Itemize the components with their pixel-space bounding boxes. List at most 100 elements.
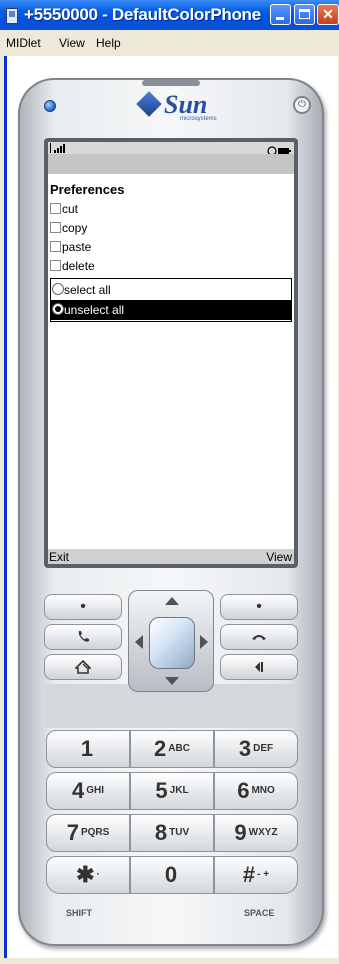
- checkbox-label: copy: [62, 221, 88, 235]
- end-call-button[interactable]: [220, 624, 298, 650]
- softkey-bar: Exit View: [48, 549, 294, 564]
- checkbox-cut[interactable]: cut: [50, 202, 78, 219]
- key-digit: 7: [66, 820, 79, 845]
- key-letters: PQRS: [80, 827, 110, 838]
- key-letters: DEF: [253, 743, 274, 754]
- key-letters: MNO: [251, 785, 275, 796]
- back-button[interactable]: [220, 654, 298, 680]
- key-0[interactable]: 0: [130, 856, 214, 894]
- key-digit: 6: [237, 778, 250, 803]
- hang-up-icon: [252, 634, 266, 640]
- key-8[interactable]: 8 TUV: [130, 814, 214, 852]
- space-label: SPACE: [244, 908, 275, 918]
- dpad-up-icon[interactable]: [165, 597, 179, 605]
- key-digit: 1: [80, 736, 94, 761]
- key-hash[interactable]: # - +: [214, 856, 298, 894]
- radio-label: select all: [64, 283, 111, 297]
- checkbox-delete[interactable]: delete: [50, 259, 95, 276]
- key-digit: #: [242, 862, 256, 887]
- close-button[interactable]: ✕: [317, 4, 339, 25]
- key-9[interactable]: 9 WXYZ: [214, 814, 298, 852]
- key-digit: 9: [234, 820, 247, 845]
- navigation-keys: • •: [36, 590, 306, 720]
- dpad[interactable]: [128, 590, 214, 692]
- key-digit: ✱: [76, 862, 95, 887]
- key-6[interactable]: 6 MNO: [214, 772, 298, 810]
- speaker-slot: [142, 80, 200, 86]
- softkey-view[interactable]: View: [266, 550, 292, 564]
- radio-label: unselect all: [64, 303, 125, 317]
- key-3[interactable]: 3 DEF: [214, 730, 298, 768]
- maximize-icon: [299, 9, 310, 19]
- menu-midlet[interactable]: MIDlet: [6, 36, 41, 50]
- ticker-strip: [48, 154, 294, 174]
- power-icon: ⏻: [298, 99, 306, 110]
- home-button[interactable]: [44, 654, 122, 680]
- checkbox-icon: [50, 260, 61, 271]
- softkey-exit[interactable]: Exit: [49, 550, 69, 564]
- key-7[interactable]: 7 PQRS: [46, 814, 130, 852]
- key-4[interactable]: 4 GHI: [46, 772, 130, 810]
- radio-unselect-all[interactable]: unselect all: [51, 300, 291, 320]
- minimize-button[interactable]: [270, 4, 291, 25]
- home-icon: [74, 659, 92, 674]
- dpad-left-icon[interactable]: [135, 635, 143, 649]
- sun-logo: Sun microsystems: [136, 90, 220, 122]
- key-star[interactable]: ✱ ·: [46, 856, 130, 894]
- menubar: MIDlet View Help: [0, 30, 339, 56]
- radio-select-all[interactable]: select all: [51, 280, 291, 300]
- radio-icon: [52, 283, 64, 295]
- key-2[interactable]: 2 ABC: [130, 730, 214, 768]
- window-title: +5550000 - DefaultColorPhone: [24, 5, 261, 24]
- signal-strength-icon: [50, 143, 68, 153]
- key-letters: WXYZ: [248, 827, 278, 838]
- key-letters: GHI: [86, 785, 105, 796]
- radio-icon: [52, 303, 64, 315]
- logo-subtext: microsystems: [180, 116, 217, 122]
- key-digit: 0: [164, 862, 178, 887]
- call-button[interactable]: [44, 624, 122, 650]
- key-1[interactable]: 1: [46, 730, 130, 768]
- status-led: [44, 100, 56, 112]
- menu-help[interactable]: Help: [96, 36, 121, 50]
- right-softkey-button[interactable]: •: [220, 594, 298, 620]
- radio-group: select all unselect all: [50, 278, 292, 322]
- checkbox-label: delete: [62, 259, 95, 273]
- checkbox-icon: [50, 222, 61, 233]
- maximize-button[interactable]: [294, 4, 315, 25]
- minimize-icon: [276, 17, 284, 20]
- key-letters: ABC: [168, 743, 190, 754]
- key-digit: 3: [238, 736, 252, 761]
- dpad-down-icon[interactable]: [165, 677, 179, 685]
- phone-screen: Preferences cut copy paste delete select…: [48, 142, 294, 564]
- dot-icon: •: [256, 598, 262, 615]
- key-digit: 5: [155, 778, 168, 803]
- checkbox-icon: [50, 241, 61, 252]
- back-icon: [255, 661, 263, 672]
- window-titlebar: +5550000 - DefaultColorPhone ✕: [0, 0, 339, 30]
- dpad-select-button[interactable]: [149, 617, 195, 669]
- app-icon: [6, 8, 18, 24]
- checkbox-label: cut: [62, 202, 79, 216]
- window-bottom-edge: [0, 958, 339, 964]
- key-letters: ·: [96, 869, 100, 880]
- dot-icon: •: [80, 598, 86, 615]
- battery-icon: [267, 143, 291, 156]
- checkbox-paste[interactable]: paste: [50, 240, 91, 257]
- checkbox-label: paste: [62, 240, 92, 254]
- sun-logo-icon: [136, 91, 162, 117]
- key-letters: TUV: [169, 827, 190, 838]
- key-digit: 8: [154, 820, 168, 845]
- menu-view[interactable]: View: [59, 36, 85, 50]
- key-digit: 2: [154, 736, 167, 761]
- power-button[interactable]: ⏻: [293, 96, 311, 114]
- dpad-right-icon[interactable]: [200, 635, 208, 649]
- left-softkey-button[interactable]: •: [44, 594, 122, 620]
- phone-call-icon: [78, 630, 89, 642]
- key-5[interactable]: 5 JKL: [130, 772, 214, 810]
- key-letters: JKL: [169, 785, 189, 796]
- shift-label: SHIFT: [66, 908, 92, 918]
- phone-body: ⏻ Sun microsystems Preferences cut copy …: [18, 78, 324, 946]
- form-title: Preferences: [50, 182, 125, 197]
- checkbox-copy[interactable]: copy: [50, 221, 87, 238]
